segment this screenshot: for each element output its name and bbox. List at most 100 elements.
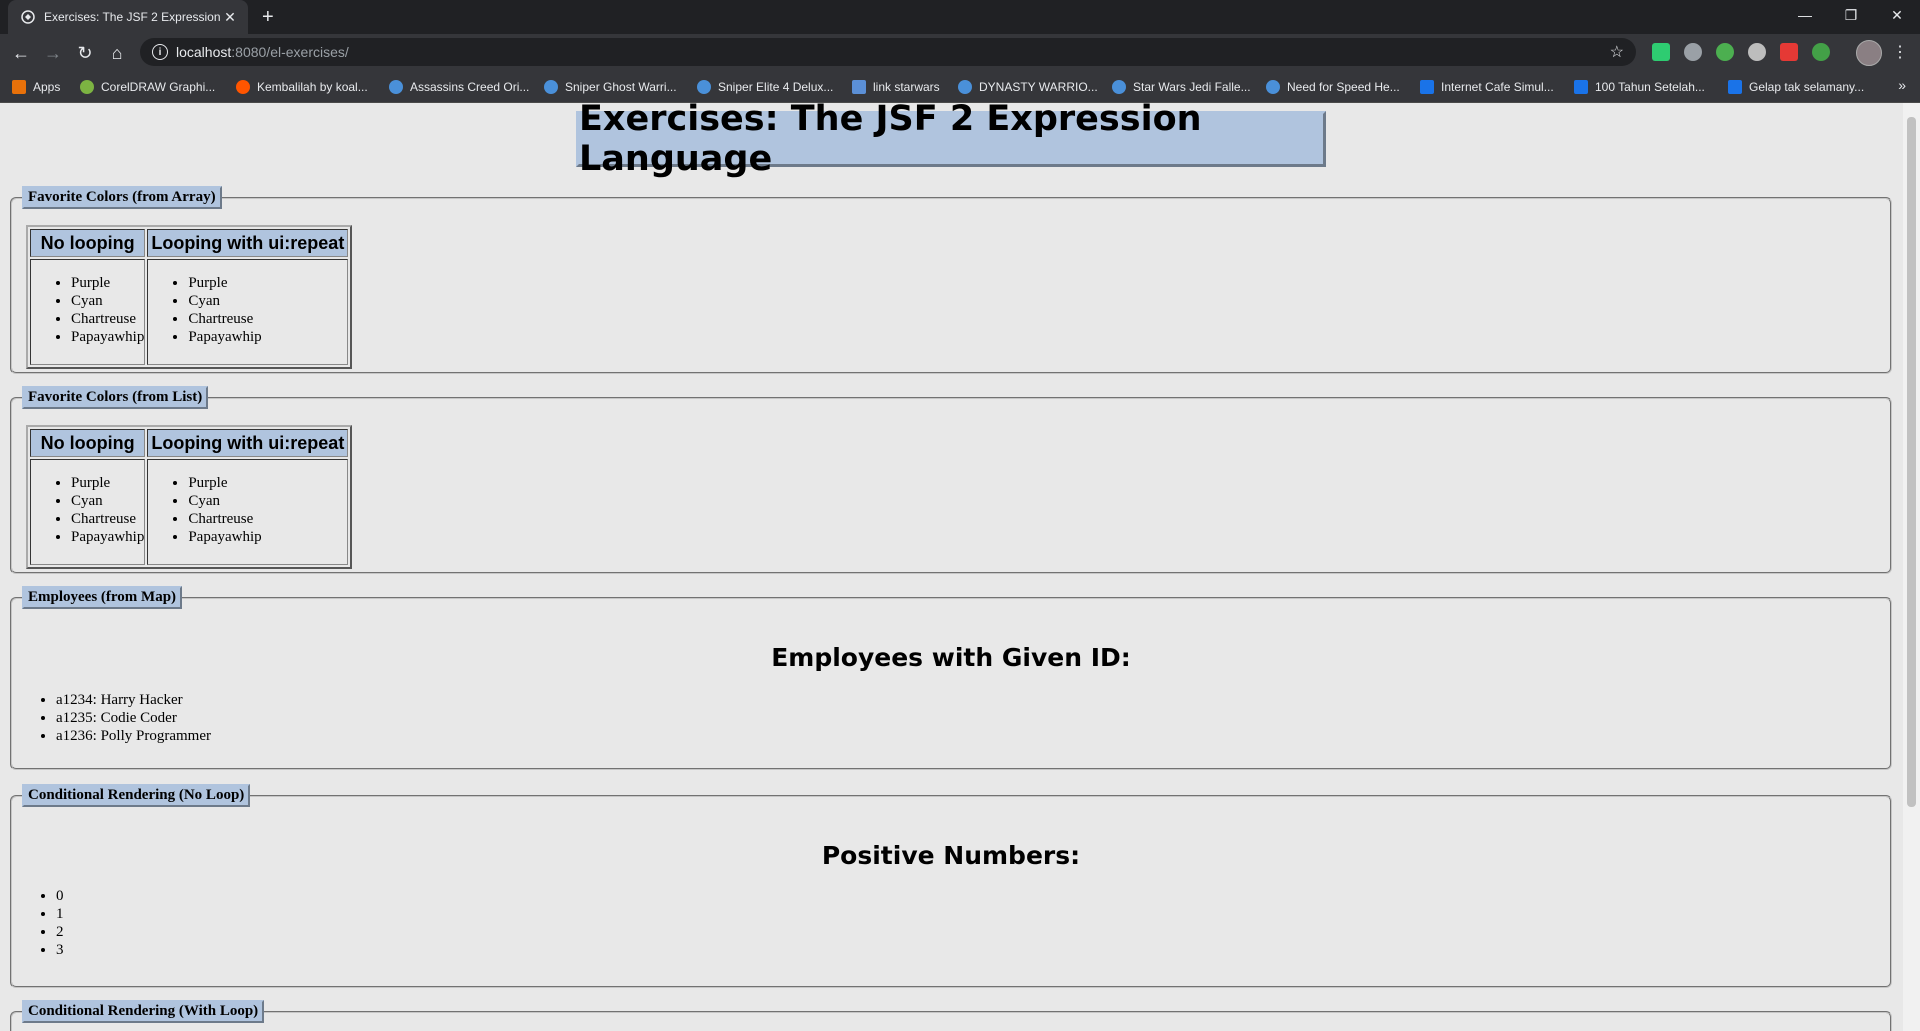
browser-tab[interactable]: Exercises: The JSF 2 Expression La ✕ <box>8 0 248 34</box>
new-tab-icon[interactable]: + <box>262 7 274 27</box>
table-cell: Purple Cyan Chartreuse Papayawhip <box>147 459 349 565</box>
tab-close-icon[interactable]: ✕ <box>220 9 240 26</box>
page-title: Exercises: The JSF 2 Expression Language <box>576 103 1326 179</box>
tab-strip: Exercises: The JSF 2 Expression La ✕ + —… <box>0 0 1920 34</box>
url-path: :8080/el-exercises/ <box>231 44 349 60</box>
bookmark-label: Sniper Ghost Warri... <box>565 80 677 94</box>
browser-toolbar: ← → ↻ ⌂ i localhost:8080/el-exercises/ ☆… <box>0 34 1920 70</box>
section-legend: Favorite Colors (from Array) <box>22 186 222 209</box>
bookmark-item[interactable]: Gelap tak selamany... <box>1728 78 1864 96</box>
bookmark-item[interactable]: Sniper Ghost Warri... <box>544 78 677 96</box>
game-site-icon <box>697 80 711 94</box>
employee-list: a1234: Harry Hacker a1235: Codie Coder a… <box>14 691 211 745</box>
extension-n-icon[interactable] <box>1652 43 1670 61</box>
bookmark-item[interactable]: Apps <box>12 78 60 96</box>
window-close-icon[interactable]: ✕ <box>1874 0 1920 30</box>
bookmark-item[interactable]: Kembalilah by koal... <box>236 78 368 96</box>
number-list: 0 1 2 3 <box>14 887 64 959</box>
address-bar[interactable]: i localhost:8080/el-exercises/ ☆ <box>140 38 1636 66</box>
forward-arrow-icon[interactable]: → <box>42 42 64 64</box>
list-item: 3 <box>56 941 64 959</box>
favorite-colors-array-section: Favorite Colors (from Array) No looping … <box>10 186 1892 374</box>
color-list: Purple Cyan Chartreuse Papayawhip <box>31 274 144 346</box>
profile-avatar[interactable] <box>1856 40 1882 66</box>
bookmark-label: Sniper Elite 4 Delux... <box>718 80 834 94</box>
game-site-icon <box>389 80 403 94</box>
list-item: Chartreuse <box>71 510 144 528</box>
list-item: 0 <box>56 887 64 905</box>
bookmark-label: 100 Tahun Setelah... <box>1595 80 1705 94</box>
bookmark-item[interactable]: 100 Tahun Setelah... <box>1574 78 1705 96</box>
extension-green-icon[interactable] <box>1812 43 1830 61</box>
list-item: Papayawhip <box>188 328 347 346</box>
menu-kebab-icon[interactable]: ⋮ <box>1892 42 1908 62</box>
bookmark-label: link starwars <box>873 80 940 94</box>
page-scrollbar[interactable] <box>1903 103 1920 1031</box>
bookmarks-overflow-icon[interactable]: » <box>1898 77 1906 93</box>
bookmarks-bar: Apps CorelDRAW Graphi... Kembalilah by k… <box>0 70 1920 103</box>
globe-icon <box>20 9 36 25</box>
table-cell: Purple Cyan Chartreuse Papayawhip <box>30 259 146 365</box>
column-header: Looping with ui:repeat <box>147 229 349 257</box>
list-item: Purple <box>188 274 347 292</box>
extension-red-icon[interactable] <box>1780 43 1798 61</box>
restore-icon[interactable]: ❐ <box>1828 0 1874 30</box>
table-cell: Purple Cyan Chartreuse Papayawhip <box>147 259 349 365</box>
column-header: No looping <box>30 229 146 257</box>
bookmark-label: Kembalilah by koal... <box>257 80 368 94</box>
list-item: Cyan <box>71 292 144 310</box>
game-site-icon <box>544 80 558 94</box>
section-legend: Conditional Rendering (No Loop) <box>22 784 251 807</box>
info-icon[interactable]: i <box>152 44 168 60</box>
extension-circle-icon[interactable] <box>1748 43 1766 61</box>
list-item: a1234: Harry Hacker <box>56 691 211 709</box>
list-item: Papayawhip <box>71 328 144 346</box>
bookmark-item[interactable]: Star Wars Jedi Falle... <box>1112 78 1251 96</box>
k-site-icon <box>1574 80 1588 94</box>
list-item: a1236: Polly Programmer <box>56 727 211 745</box>
bookmark-label: Need for Speed He... <box>1287 80 1400 94</box>
bookmark-label: CorelDRAW Graphi... <box>101 80 216 94</box>
bookmark-item[interactable]: Need for Speed He... <box>1266 78 1400 96</box>
extension-leaf-icon[interactable] <box>1716 43 1734 61</box>
home-icon[interactable]: ⌂ <box>106 42 128 64</box>
link-icon <box>852 80 866 94</box>
bookmark-item[interactable]: link starwars <box>852 78 940 96</box>
list-item: 2 <box>56 923 64 941</box>
list-item: a1235: Codie Coder <box>56 709 211 727</box>
tab-title: Exercises: The JSF 2 Expression La <box>44 10 220 24</box>
color-list: Purple Cyan Chartreuse Papayawhip <box>148 474 347 546</box>
corel-icon <box>80 80 94 94</box>
minimize-icon[interactable]: — <box>1782 0 1828 30</box>
bookmark-item[interactable]: Internet Cafe Simul... <box>1420 78 1554 96</box>
list-item: Papayawhip <box>71 528 144 546</box>
page-viewport: Exercises: The JSF 2 Expression Language… <box>0 103 1903 1031</box>
scrollbar-thumb[interactable] <box>1907 117 1916 807</box>
k-site-icon <box>1728 80 1742 94</box>
bookmark-item[interactable]: DYNASTY WARRIO... <box>958 78 1098 96</box>
list-item: Cyan <box>188 292 347 310</box>
bookmark-item[interactable]: Sniper Elite 4 Delux... <box>697 78 833 96</box>
game-site-icon <box>1112 80 1126 94</box>
section-heading: Positive Numbers: <box>821 841 1081 870</box>
section-legend: Employees (from Map) <box>22 586 183 609</box>
bookmark-label: Gelap tak selamany... <box>1749 80 1865 94</box>
game-site-icon <box>1266 80 1280 94</box>
browser-chrome: Exercises: The JSF 2 Expression La ✕ + —… <box>0 0 1920 103</box>
bookmark-item[interactable]: Assassins Creed Ori... <box>389 78 529 96</box>
back-arrow-icon[interactable]: ← <box>10 42 32 64</box>
bookmark-label: Internet Cafe Simul... <box>1441 80 1554 94</box>
reload-icon[interactable]: ↻ <box>74 42 96 64</box>
color-list: Purple Cyan Chartreuse Papayawhip <box>148 274 347 346</box>
list-item: Papayawhip <box>188 528 347 546</box>
bookmark-star-icon[interactable]: ☆ <box>1610 42 1624 62</box>
extension-bulb-icon[interactable] <box>1684 43 1702 61</box>
bookmark-label: Assassins Creed Ori... <box>410 80 530 94</box>
section-heading: Employees with Given ID: <box>771 643 1131 672</box>
section-legend: Conditional Rendering (With Loop) <box>22 1000 265 1023</box>
section-legend: Favorite Colors (from List) <box>22 386 209 409</box>
apps-grid-icon <box>12 80 26 94</box>
table-cell: Purple Cyan Chartreuse Papayawhip <box>30 459 146 565</box>
employees-map-section: Employees (from Map) Employees with Give… <box>10 586 1892 770</box>
bookmark-item[interactable]: CorelDRAW Graphi... <box>80 78 215 96</box>
